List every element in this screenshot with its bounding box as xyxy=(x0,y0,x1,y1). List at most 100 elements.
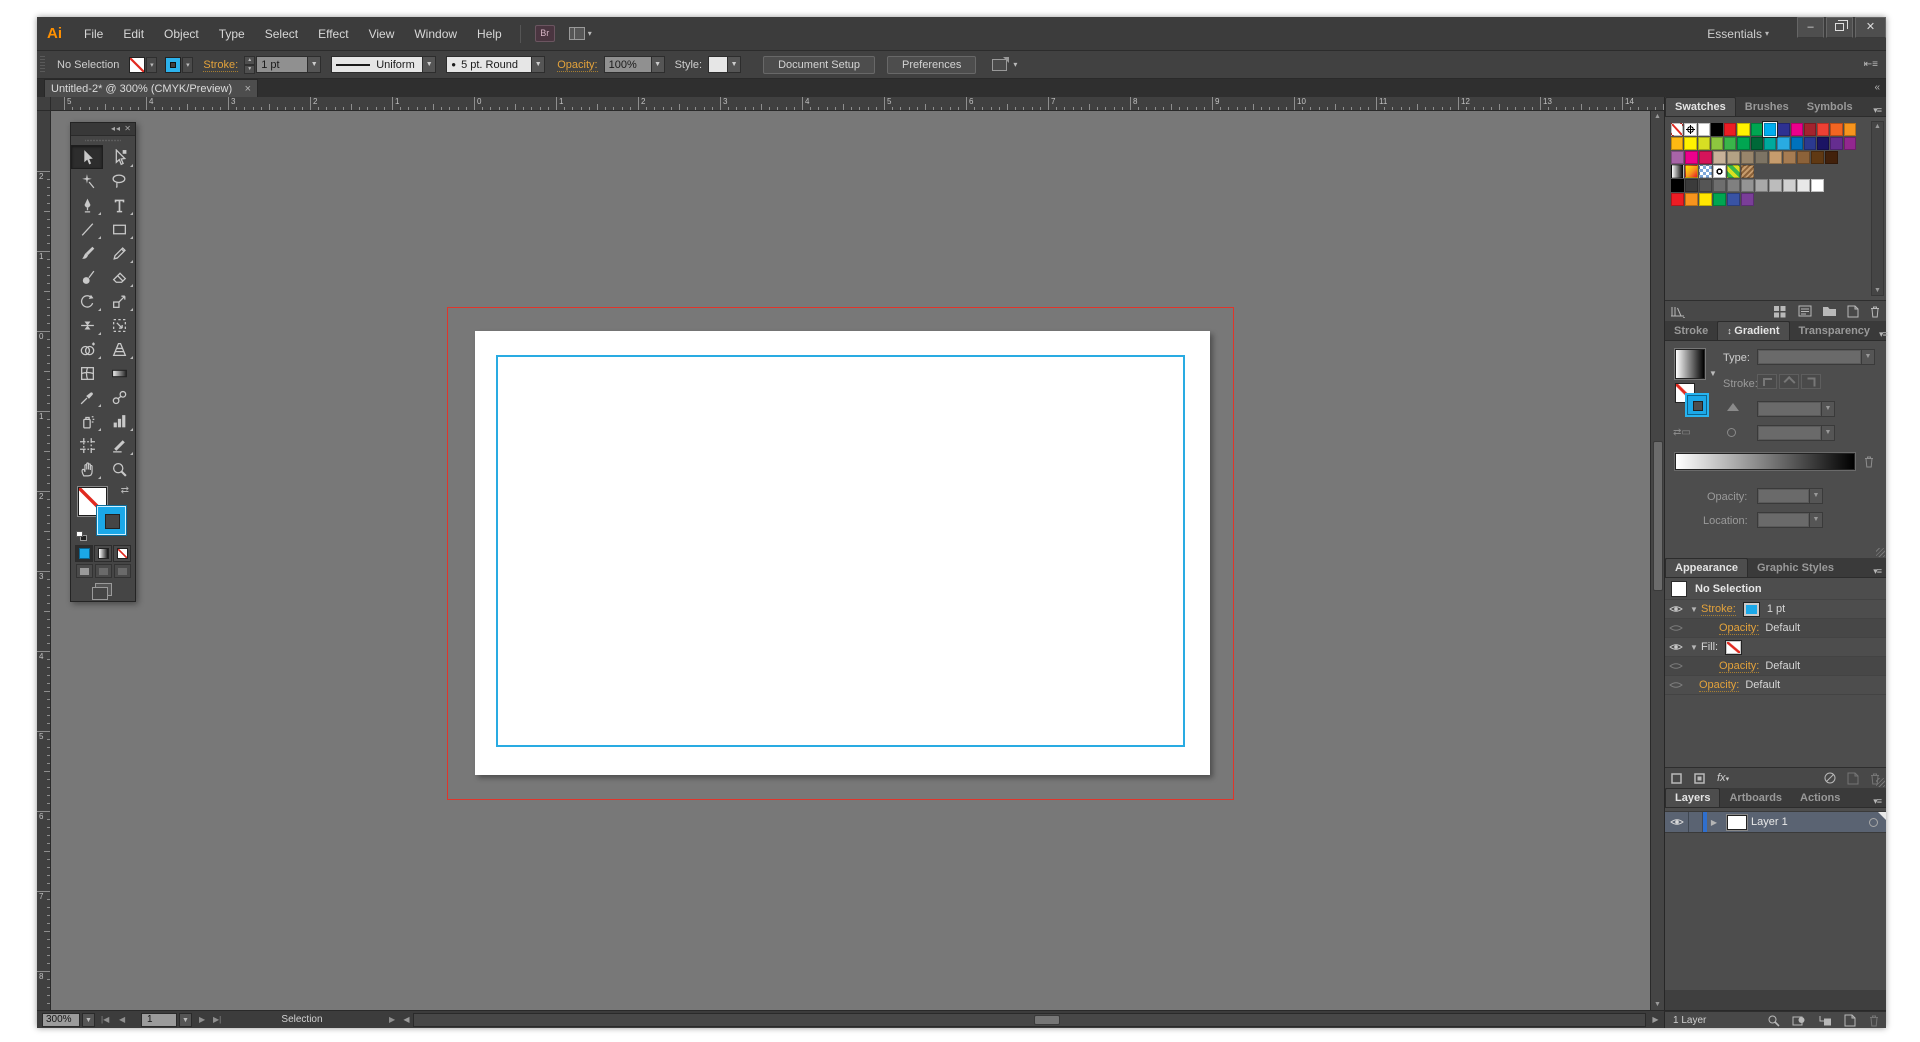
gradient-aspect-select[interactable]: ▼ xyxy=(1757,425,1835,441)
artboard-number-field[interactable]: 1 xyxy=(141,1013,177,1027)
control-bar-extra[interactable]: ▾ xyxy=(992,56,1017,71)
tab-artboards[interactable]: Artboards xyxy=(1720,789,1791,807)
style-swatch[interactable] xyxy=(708,56,729,73)
swatch[interactable] xyxy=(1790,137,1803,150)
gradient-angle-select[interactable]: ▼ xyxy=(1757,401,1835,417)
opacity-attribute-label[interactable]: Opacity: xyxy=(1699,679,1740,692)
vertical-ruler[interactable]: 2 1 0 1 2 3 4 5 6 7 8 xyxy=(37,111,51,1010)
swatch[interactable] xyxy=(1671,179,1684,192)
pencil-tool[interactable] xyxy=(103,241,135,265)
scroll-up-icon[interactable]: ▲ xyxy=(1872,123,1883,130)
menu-object[interactable]: Object xyxy=(154,17,209,51)
swatch[interactable] xyxy=(1699,179,1712,192)
tab-swatches[interactable]: Swatches xyxy=(1665,97,1736,116)
width-tool[interactable] xyxy=(71,313,103,337)
swatch[interactable] xyxy=(1811,151,1824,164)
new-layer-icon[interactable] xyxy=(1844,1014,1856,1027)
swatch[interactable] xyxy=(1727,179,1740,192)
panel-resize-grip[interactable] xyxy=(1876,778,1885,787)
swatch[interactable] xyxy=(1783,151,1796,164)
magic-wand-tool[interactable] xyxy=(71,169,103,193)
tab-graphic-styles[interactable]: Graphic Styles xyxy=(1748,559,1843,577)
swatch[interactable] xyxy=(1713,193,1726,206)
expand-layer-icon[interactable]: ▶ xyxy=(1707,818,1721,827)
restore-button[interactable] xyxy=(1826,17,1853,38)
type-tool[interactable] xyxy=(103,193,135,217)
bridge-button[interactable]: Br xyxy=(534,25,555,42)
swatch[interactable] xyxy=(1790,123,1803,136)
menu-select[interactable]: Select xyxy=(255,17,308,51)
menu-file[interactable]: File xyxy=(74,17,113,51)
vertical-scroll-thumb[interactable] xyxy=(1653,441,1663,591)
opacity-field[interactable]: 100% xyxy=(603,56,652,73)
swap-fill-stroke-icon[interactable]: ⇄ xyxy=(121,485,129,496)
stroke-swatch-active[interactable] xyxy=(96,505,127,536)
hand-tool[interactable] xyxy=(71,457,103,481)
swatch[interactable] xyxy=(1671,193,1684,206)
column-graph-tool[interactable] xyxy=(103,409,135,433)
panel-resize-grip[interactable] xyxy=(1876,548,1885,557)
swatch[interactable] xyxy=(1830,123,1843,136)
swatch[interactable] xyxy=(1777,137,1790,150)
clear-appearance-icon[interactable] xyxy=(1823,771,1837,785)
appearance-fill-row[interactable]: ▼ Fill: xyxy=(1665,638,1886,657)
close-button[interactable]: ✕ xyxy=(1855,17,1886,38)
chevron-down-icon[interactable]: ▼ xyxy=(1709,369,1717,378)
swatch[interactable] xyxy=(1697,123,1710,136)
brush-definition-dropdown[interactable]: ▼ xyxy=(532,56,546,73)
new-swatch-icon[interactable] xyxy=(1847,305,1859,318)
chevron-down-icon[interactable]: ▾ xyxy=(146,56,158,73)
swatch[interactable] xyxy=(1811,179,1824,192)
menu-view[interactable]: View xyxy=(359,17,405,51)
workspace-switcher[interactable]: Essentials ▾ xyxy=(1707,27,1769,41)
panel-menu-icon[interactable]: ▾≡ xyxy=(1873,105,1882,116)
none-button[interactable] xyxy=(113,545,131,562)
swatch-gradient[interactable] xyxy=(1685,165,1698,178)
default-fill-stroke-icon[interactable] xyxy=(76,531,87,541)
next-artboard-button[interactable]: ▶ xyxy=(199,1013,205,1027)
swatch[interactable] xyxy=(1727,151,1740,164)
swatch[interactable] xyxy=(1710,137,1724,150)
tab-symbols[interactable]: Symbols xyxy=(1798,98,1862,116)
swatch[interactable] xyxy=(1685,151,1698,164)
swatch[interactable] xyxy=(1724,123,1737,136)
swatch[interactable] xyxy=(1724,137,1737,150)
rotate-tool[interactable] xyxy=(71,289,103,313)
swatch-pattern[interactable] xyxy=(1699,165,1712,178)
rectangle-object[interactable] xyxy=(496,355,1185,747)
visibility-eye-icon[interactable] xyxy=(1665,642,1687,652)
swatch[interactable] xyxy=(1671,137,1684,150)
appearance-stroke-row[interactable]: ▼ Stroke: 1 pt xyxy=(1665,600,1886,619)
visibility-eye-icon[interactable] xyxy=(1665,680,1687,690)
first-artboard-button[interactable]: |◀ xyxy=(101,1013,109,1027)
swatch[interactable] xyxy=(1699,151,1712,164)
stroke-weight-label[interactable]: Stroke: xyxy=(203,58,239,72)
panel-menu-icon[interactable]: ▾≡ xyxy=(1873,566,1882,577)
swatch[interactable] xyxy=(1830,137,1843,150)
stroke-weight-stepper[interactable]: ▲ ▼ xyxy=(244,56,256,74)
direct-selection-tool[interactable] xyxy=(103,145,135,169)
zoom-tool[interactable] xyxy=(103,457,135,481)
color-button[interactable] xyxy=(75,545,93,562)
arrange-documents-button[interactable]: ▾ xyxy=(568,27,592,40)
swatch[interactable] xyxy=(1727,193,1740,206)
add-new-fill-icon[interactable] xyxy=(1693,772,1706,785)
swatch-kinds-menu-icon[interactable] xyxy=(1773,305,1788,318)
collapse-dock-icon[interactable]: « xyxy=(1874,79,1880,97)
tab-appearance[interactable]: Appearance xyxy=(1665,558,1748,577)
shape-builder-tool[interactable] xyxy=(71,337,103,361)
zoom-dropdown[interactable]: ▼ xyxy=(82,1013,95,1027)
swatch[interactable] xyxy=(1817,137,1830,150)
swatches-scrollbar[interactable]: ▲ ▼ xyxy=(1871,121,1884,296)
tab-stroke[interactable]: Stroke xyxy=(1665,322,1717,340)
swatch[interactable] xyxy=(1825,151,1838,164)
swatch[interactable] xyxy=(1783,179,1796,192)
swatch[interactable] xyxy=(1713,151,1726,164)
artboard-dropdown[interactable]: ▼ xyxy=(179,1013,192,1027)
swatch[interactable] xyxy=(1685,193,1698,206)
layer-lock-toggle[interactable] xyxy=(1689,812,1703,832)
visibility-eye-icon[interactable] xyxy=(1665,623,1687,633)
swatch[interactable] xyxy=(1843,123,1856,136)
swatch[interactable] xyxy=(1741,151,1754,164)
swatch[interactable] xyxy=(1843,137,1856,150)
